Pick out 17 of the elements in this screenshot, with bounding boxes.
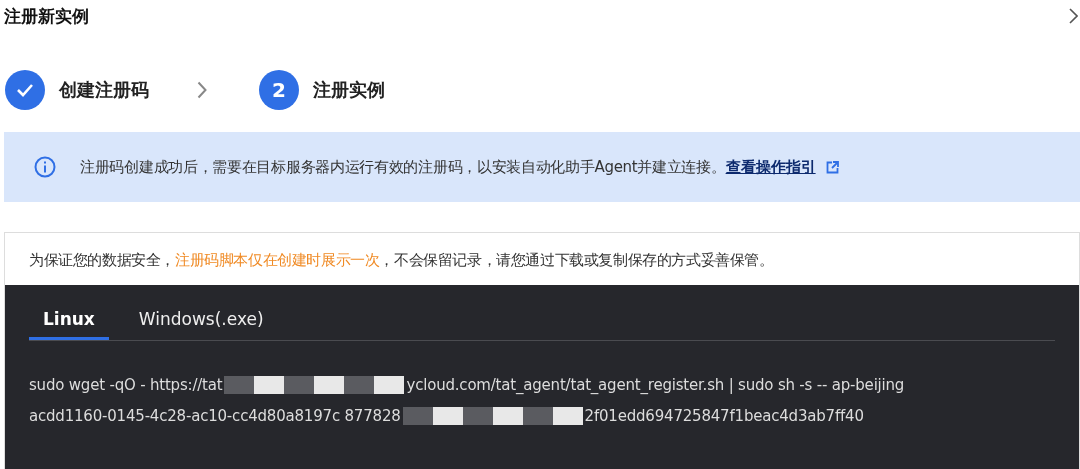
notice-text: 为保证您的数据安全，注册码脚本仅在创建时展示一次，不会保留记录，请您通过下载或复制保存的方式妥善保管。 xyxy=(28,250,775,271)
step-number: 2 xyxy=(259,70,299,110)
code-text: ycloud.com/tat_agent/tat_agent_register.sh | sudo sh -s -- ap-beijing xyxy=(406,375,905,394)
external-link-icon[interactable] xyxy=(825,160,839,174)
info-icon xyxy=(34,156,56,178)
step-label: 创建注册码 xyxy=(59,78,149,102)
guide-link[interactable]: 查看操作指引 xyxy=(725,157,816,177)
code-text: 2f01edd694725847f1beac4d3ab7ff40 xyxy=(584,406,864,425)
chevron-icon xyxy=(197,81,207,99)
code-text: acdd1160-0145-4c28-ac10-cc4d80a8197c 877828 xyxy=(29,406,401,425)
dialog-title: 注册新实例 xyxy=(4,4,89,28)
code-text: sudo wget -qO - https://tat xyxy=(29,375,223,394)
info-text: 注册码创建成功后，需要在目标服务器内运行有效的注册码，以安装自动化助手Agent并建立连接。 xyxy=(80,157,726,177)
code-tab[interactable]: Windows(.exe) xyxy=(124,309,278,340)
chevron-icon[interactable] xyxy=(1069,8,1078,24)
step-label: 注册实例 xyxy=(313,78,385,102)
code-tab[interactable]: Linux xyxy=(29,309,109,340)
